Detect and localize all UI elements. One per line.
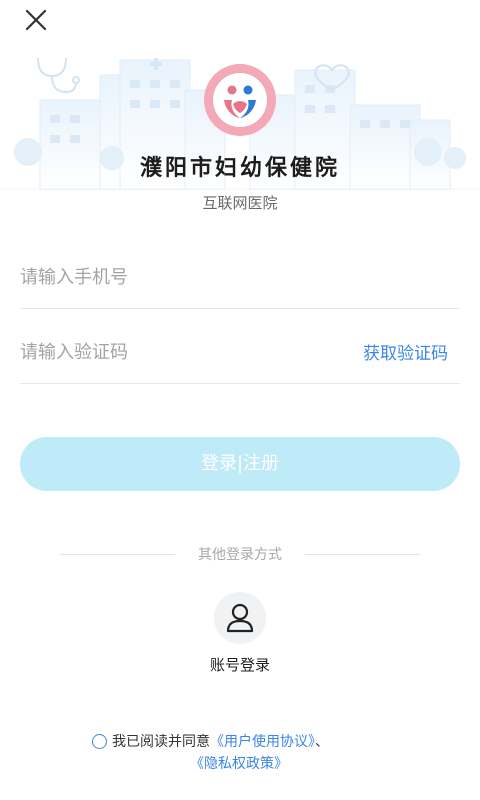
- agreement-separator: 、: [315, 734, 329, 750]
- get-code-button[interactable]: 获取验证码: [363, 339, 448, 364]
- login-register-button[interactable]: 登录|注册: [20, 437, 460, 491]
- account-login-label: 账号登录: [209, 656, 270, 674]
- hospital-logo: [204, 64, 276, 136]
- code-field: 获取验证码: [20, 323, 460, 384]
- account-login-icon-circle: [214, 592, 266, 644]
- agreement-radio[interactable]: [92, 734, 107, 749]
- agreement-prefix: 我已阅读并同意: [112, 734, 210, 750]
- phone-field: [20, 248, 460, 309]
- verification-code-input[interactable]: [20, 337, 320, 367]
- phone-input[interactable]: [20, 262, 320, 292]
- user-icon: [226, 603, 254, 633]
- stethoscope-icon: [37, 57, 80, 94]
- privacy-policy-link[interactable]: 《隐私权政策》: [190, 756, 288, 772]
- account-login-button[interactable]: 账号登录: [190, 592, 290, 682]
- user-agreement-link[interactable]: 《用户使用协议》: [210, 734, 315, 750]
- hospital-name: 濮阳市妇幼保健院: [139, 156, 340, 181]
- hospital-subtitle: 互联网医院: [202, 194, 278, 212]
- divider-line-right: [305, 554, 420, 555]
- other-login-divider: 其他登录方式: [60, 543, 420, 567]
- agreement-row: 我已阅读并同意《用户使用协议》、 《隐私权政策》: [92, 731, 422, 775]
- close-icon: [25, 9, 47, 31]
- close-button[interactable]: [20, 4, 52, 36]
